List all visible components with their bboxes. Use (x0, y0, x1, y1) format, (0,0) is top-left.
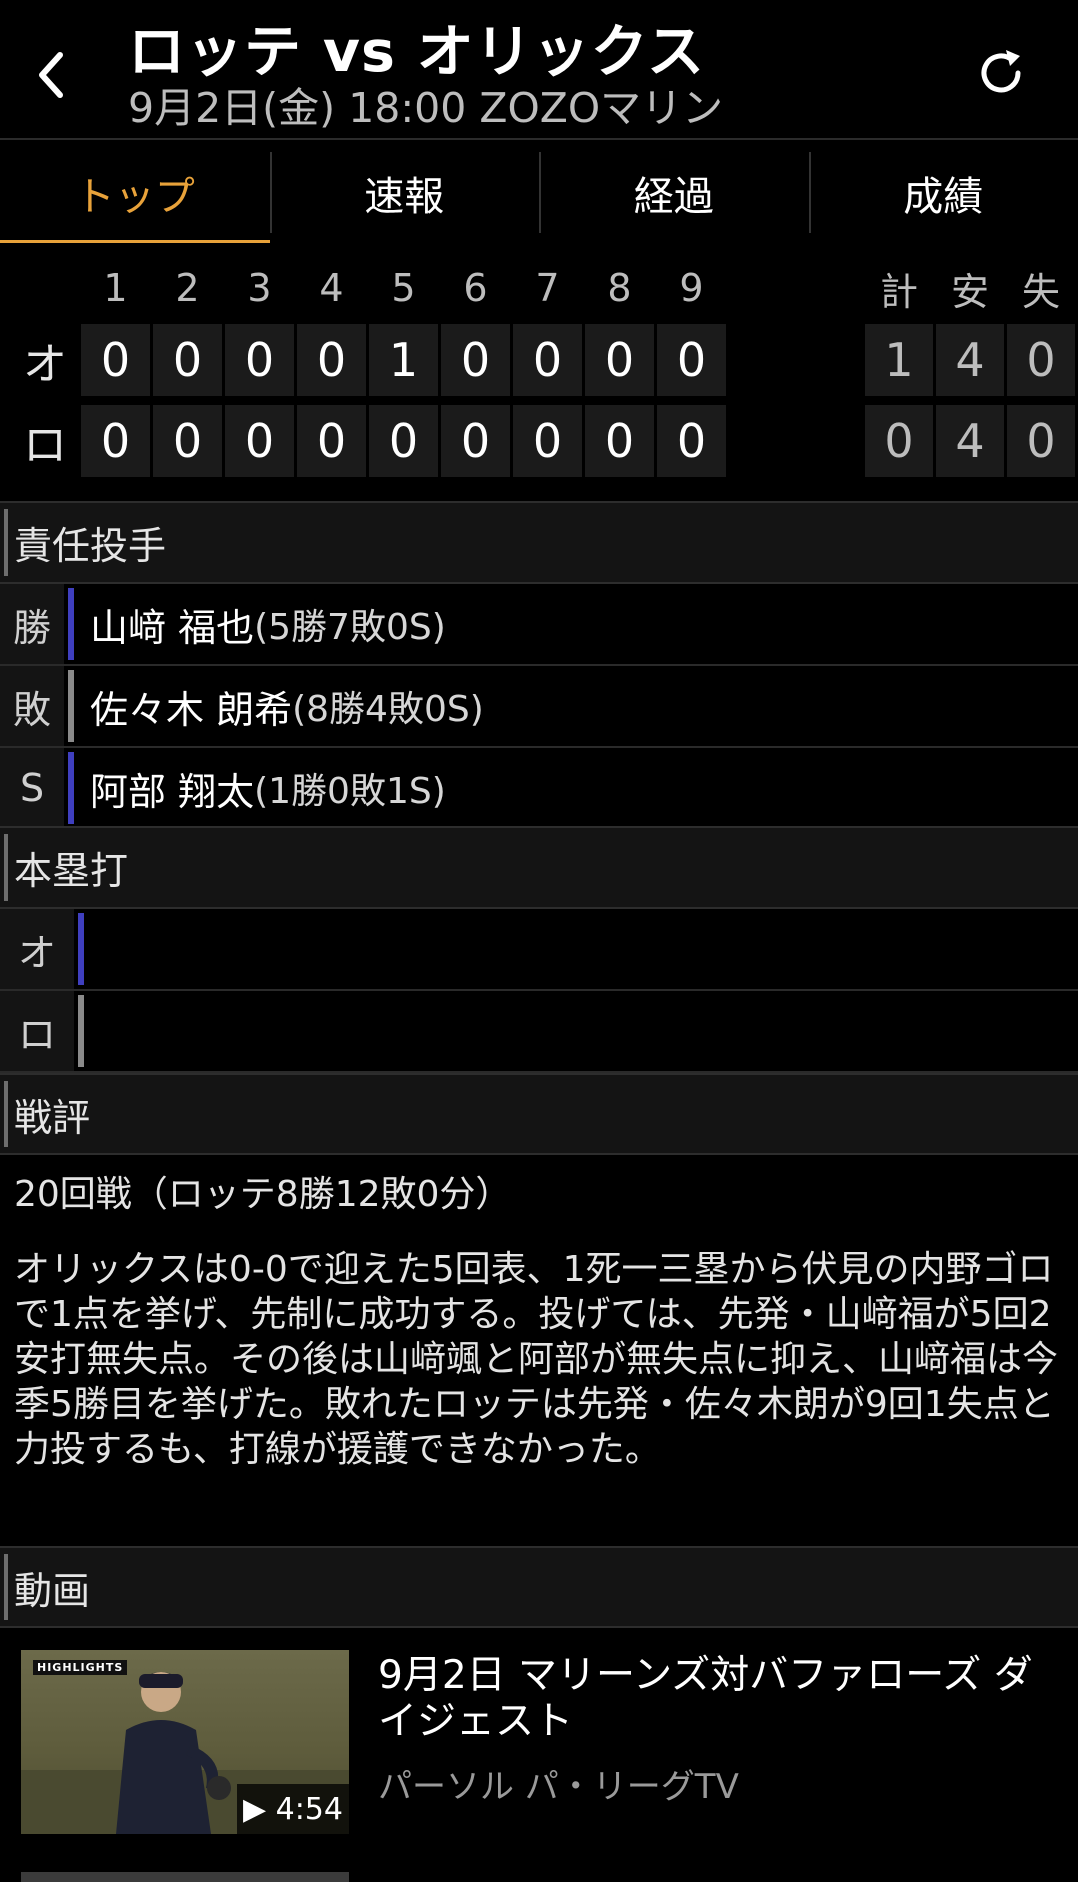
video-duration: ▶ 4:54 (237, 1784, 349, 1834)
total-header-hits: 安 (950, 269, 989, 314)
review-body: オリックスは0-0で迎えた5回表、1死一三塁から伏見の内野ゴロで1点を挙げ、先制… (14, 1249, 1059, 1470)
pitcher-name: 佐々木 朗希 (90, 687, 293, 732)
video-thumbnail[interactable]: HIGHLIGHTS ▶ 4:54 (21, 1650, 349, 1834)
back-button[interactable] (30, 45, 80, 105)
team-label-lotte: ロ (23, 420, 67, 471)
team-color-bar (78, 913, 84, 985)
total-header-errors: 失 (1021, 269, 1060, 314)
pitcher-entry: 佐々木 朗希 (8勝4敗0S) (90, 666, 484, 746)
series-summary: 20回戦（ロッテ8勝12敗0分） (14, 1174, 512, 1215)
highlights-badge: HIGHLIGHTS (33, 1660, 128, 1675)
video-item[interactable]: HIGHLIGHTS ▶ 4:54 9月2日 マリーンズ対バファローズ ダイジェ… (0, 1628, 1078, 1882)
inning-score: 0 (153, 324, 222, 396)
section-title: 責任投手 (14, 524, 167, 568)
section-header-video: 動画 (0, 1546, 1078, 1628)
team-label-orix: オ (23, 339, 67, 390)
inning-score: 0 (585, 405, 654, 477)
team-label: オ (0, 909, 74, 989)
inning-score: 0 (441, 405, 510, 477)
inning-score: 0 (585, 324, 654, 396)
game-review: 20回戦（ロッテ8勝12敗0分） オリックスは0-0で迎えた5回表、1死一三塁か… (14, 1172, 1064, 1472)
pitcher-result-label: S (0, 748, 64, 828)
section-title: 戦評 (14, 1095, 91, 1140)
inning-header: 4 (319, 266, 344, 310)
inning-score: 0 (153, 405, 222, 477)
inning-score: 0 (225, 324, 294, 396)
inning-score: 0 (369, 405, 438, 477)
total-errors: 0 (1007, 405, 1075, 477)
scoreboard: 1 2 3 4 5 6 7 8 9 計 安 失 オ 0 0 0 0 1 0 0 … (0, 243, 1078, 501)
inning-header: 7 (535, 266, 560, 310)
total-hits: 4 (936, 405, 1004, 477)
section-header-review: 戦評 (0, 1073, 1078, 1155)
pitcher-row-loss[interactable]: 敗 佐々木 朗希 (8勝4敗0S) (0, 666, 1078, 748)
inning-score: 0 (297, 405, 366, 477)
video-source: パーソル パ・リーグTV (378, 1767, 739, 1807)
total-hits: 4 (936, 324, 1004, 396)
section-header-homeruns: 本塁打 (0, 826, 1078, 909)
inning-score: 0 (513, 405, 582, 477)
team-color-bar (78, 995, 84, 1067)
tab-progress[interactable]: 経過 (539, 140, 809, 245)
section-marker (4, 1081, 8, 1147)
inning-header: 1 (103, 266, 128, 310)
inning-header: 8 (607, 266, 632, 310)
tab-stats[interactable]: 成績 (808, 140, 1078, 245)
pitcher-entry: 阿部 翔太 (1勝0敗1S) (90, 748, 446, 828)
inning-score: 0 (657, 405, 726, 477)
inning-score: 0 (297, 324, 366, 396)
pitcher-entry: 山﨑 福也 (5勝7敗0S) (90, 584, 446, 664)
section-marker (4, 1554, 8, 1620)
app-header: ロッテ vs オリックス 9月2日(金) 18:00 ZOZOマリン (0, 0, 1078, 138)
chevron-left-icon (39, 52, 63, 98)
inning-header: 2 (175, 266, 200, 310)
section-title: 動画 (14, 1568, 91, 1613)
section-title: 本塁打 (14, 849, 129, 893)
tab-live[interactable]: 速報 (269, 140, 540, 245)
reload-button[interactable] (970, 42, 1032, 104)
inning-header: 9 (679, 266, 704, 310)
video-title[interactable]: 9月2日 マリーンズ対バファローズ ダイジェスト (378, 1653, 1058, 1745)
inning-score: 0 (657, 324, 726, 396)
inning-score: 1 (369, 324, 438, 396)
inning-score: 0 (81, 405, 150, 477)
total-errors: 0 (1007, 324, 1075, 396)
pitcher-record: (8勝4敗0S) (292, 689, 484, 730)
section-marker (4, 509, 8, 576)
pitcher-result-label: 敗 (0, 666, 64, 746)
pitcher-row-save[interactable]: S 阿部 翔太 (1勝0敗1S) (0, 748, 1078, 830)
tab-bar: トップ 速報 経過 成績 (0, 138, 1078, 245)
pitcher-name: 阿部 翔太 (90, 769, 255, 814)
inning-score: 0 (225, 405, 294, 477)
homerun-row-lotte: ロ (0, 991, 1078, 1073)
inning-score: 0 (513, 324, 582, 396)
pitcher-result-label: 勝 (0, 584, 64, 664)
homerun-row-orix: オ (0, 909, 1078, 991)
reload-icon (981, 50, 1021, 93)
next-video-thumbnail[interactable] (21, 1872, 349, 1882)
section-marker (4, 834, 8, 901)
team-label: ロ (0, 991, 74, 1071)
team-color-bar (68, 670, 74, 742)
team-color-bar (68, 588, 74, 660)
team-color-bar (68, 752, 74, 824)
pitcher-row-win[interactable]: 勝 山﨑 福也 (5勝7敗0S) (0, 584, 1078, 666)
inning-header: 6 (463, 266, 488, 310)
total-runs: 0 (865, 405, 933, 477)
total-runs: 1 (865, 324, 933, 396)
inning-header: 5 (391, 266, 416, 310)
total-header-runs: 計 (879, 269, 918, 314)
pitcher-record: (1勝0敗1S) (254, 771, 446, 812)
section-header-pitchers: 責任投手 (0, 501, 1078, 584)
game-info: 9月2日(金) 18:00 ZOZOマリン (128, 84, 724, 132)
inning-score: 0 (441, 324, 510, 396)
pitcher-name: 山﨑 福也 (90, 605, 255, 650)
inning-header: 3 (247, 266, 272, 310)
tab-top[interactable]: トップ (0, 140, 270, 245)
inning-score: 0 (81, 324, 150, 396)
pitcher-record: (5勝7敗0S) (254, 607, 446, 648)
